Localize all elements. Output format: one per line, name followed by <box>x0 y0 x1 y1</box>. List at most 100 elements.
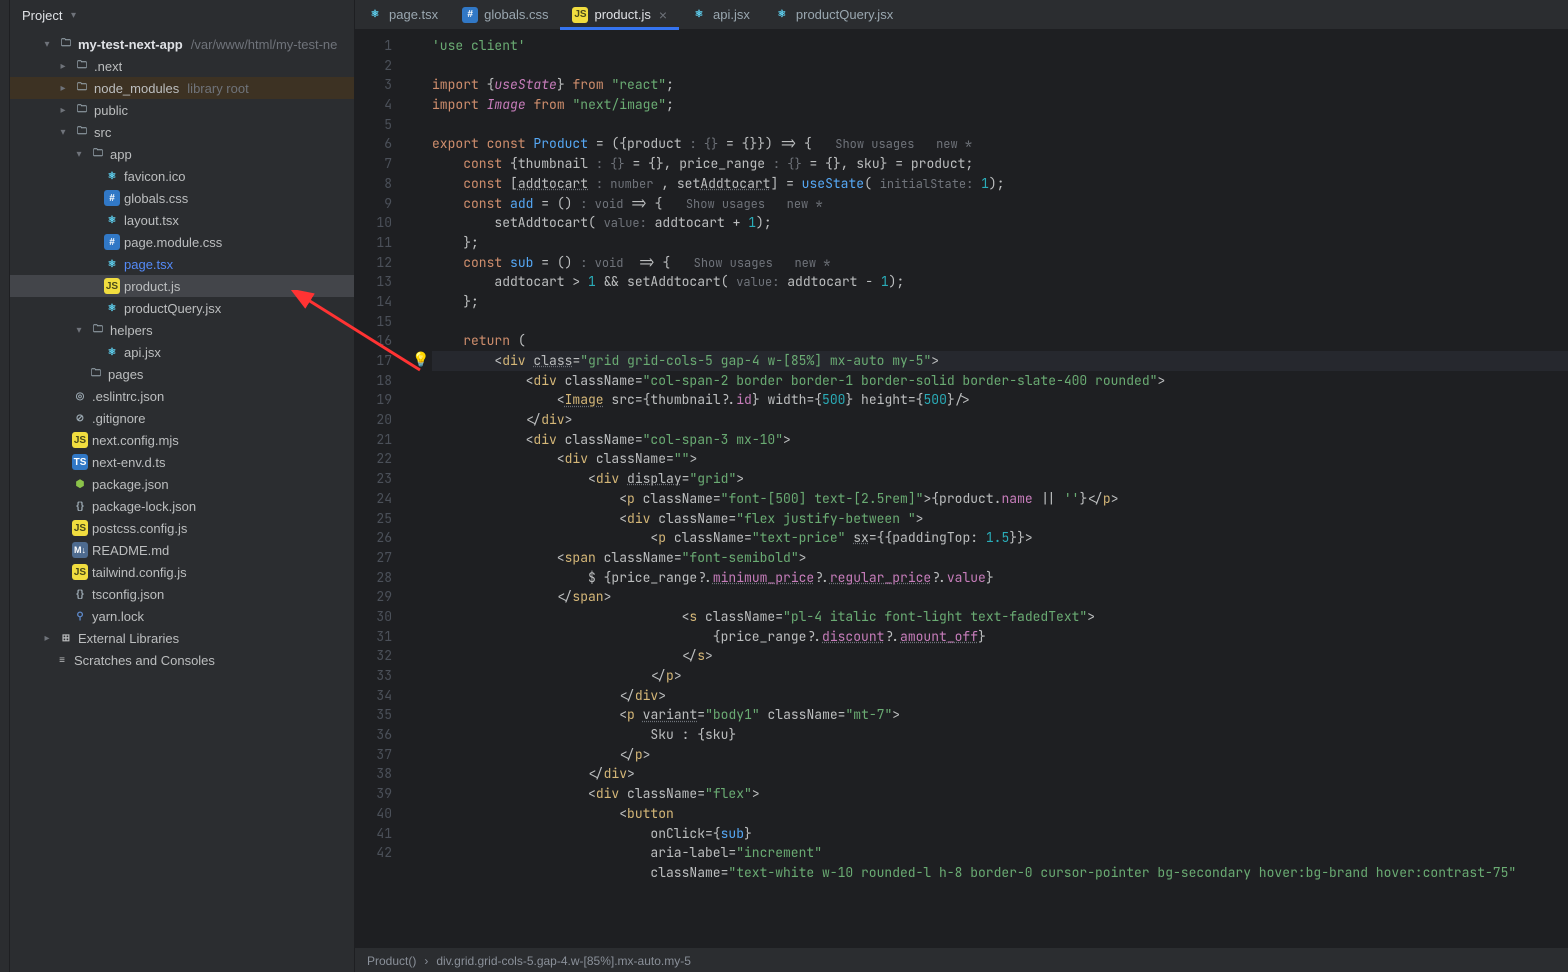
tab-label: globals.css <box>484 7 548 22</box>
tab-productquery[interactable]: ⚛ productQuery.jsx <box>762 0 905 29</box>
tree-item-pages[interactable]: 🗀 pages <box>10 363 354 385</box>
tab-api[interactable]: ⚛ api.jsx <box>679 0 762 29</box>
tree-path-hint: /var/www/html/my-test-ne <box>191 37 338 52</box>
tree-label: helpers <box>110 323 153 338</box>
folder-icon: 🗀 <box>74 80 90 96</box>
folder-icon: 🗀 <box>58 36 74 52</box>
tree-label: .eslintrc.json <box>92 389 164 404</box>
tree-item-productquery[interactable]: ⚛ productQuery.jsx <box>10 297 354 319</box>
tree-item-tsconfig[interactable]: {} tsconfig.json <box>10 583 354 605</box>
js-icon: JS <box>104 278 120 294</box>
tree-label: tailwind.config.js <box>92 565 187 580</box>
tree-item-extlibs[interactable]: ▸ ⊞ External Libraries <box>10 627 354 649</box>
chevron-right-icon: ▸ <box>56 59 70 73</box>
react-icon: ⚛ <box>774 7 790 23</box>
tree-item-layout[interactable]: ⚛ layout.tsx <box>10 209 354 231</box>
tree-label: package.json <box>92 477 169 492</box>
project-tree[interactable]: ▾ 🗀 my-test-next-app /var/www/html/my-te… <box>10 31 354 972</box>
tree-label: src <box>94 125 111 140</box>
tab-label: page.tsx <box>389 7 438 22</box>
tree-item-gitignore[interactable]: ⊘ .gitignore <box>10 407 354 429</box>
code-content[interactable]: 'use client'import {useState} from "reac… <box>432 30 1568 948</box>
tree-label: .next <box>94 59 122 74</box>
project-header[interactable]: Project ▾ <box>10 0 354 31</box>
tree-item-packagejson[interactable]: ⬢ package.json <box>10 473 354 495</box>
tree-label: External Libraries <box>78 631 179 646</box>
js-icon: JS <box>72 432 88 448</box>
folder-icon: 🗀 <box>88 366 104 382</box>
react-icon: ⚛ <box>691 7 707 23</box>
tree-item-pagemodule[interactable]: # page.module.css <box>10 231 354 253</box>
tab-page[interactable]: ⚛ page.tsx <box>355 0 450 29</box>
tab-globals[interactable]: # globals.css <box>450 0 560 29</box>
editor-tabs: ⚛ page.tsx # globals.css JS product.js ×… <box>355 0 1568 30</box>
yarn-icon: ⚲ <box>72 608 88 624</box>
tree-label: package-lock.json <box>92 499 196 514</box>
tree-label: page.module.css <box>124 235 222 250</box>
tab-label: productQuery.jsx <box>796 7 893 22</box>
tree-item-yarnlock[interactable]: ⚲ yarn.lock <box>10 605 354 627</box>
gitignore-icon: ⊘ <box>72 410 88 426</box>
tool-window-rail[interactable] <box>0 0 10 972</box>
tree-item-tailwind[interactable]: JS tailwind.config.js <box>10 561 354 583</box>
ts-icon: TS <box>72 454 88 470</box>
tree-item-favicon[interactable]: ⚛ favicon.ico <box>10 165 354 187</box>
tree-label: postcss.config.js <box>92 521 187 536</box>
tree-label: page.tsx <box>124 257 173 272</box>
project-sidebar: Project ▾ ▾ 🗀 my-test-next-app /var/www/… <box>10 0 355 972</box>
tree-item-scratches[interactable]: ≡ Scratches and Consoles <box>10 649 354 671</box>
tree-root[interactable]: ▾ 🗀 my-test-next-app /var/www/html/my-te… <box>10 33 354 55</box>
chevron-right-icon: ▸ <box>56 81 70 95</box>
folder-icon: 🗀 <box>74 102 90 118</box>
tree-item-packagelock[interactable]: {} package-lock.json <box>10 495 354 517</box>
css-icon: # <box>104 234 120 250</box>
line-gutter: 1234567891011121314151617181920212223242… <box>355 30 410 948</box>
tree-label: Scratches and Consoles <box>74 653 215 668</box>
tree-item-apijsx[interactable]: ⚛ api.jsx <box>10 341 354 363</box>
scratches-icon: ≡ <box>54 652 70 668</box>
tree-label: productQuery.jsx <box>124 301 221 316</box>
tree-item-src[interactable]: ▾ 🗀 src <box>10 121 354 143</box>
css-icon: # <box>462 7 478 23</box>
tab-product[interactable]: JS product.js × <box>560 0 679 29</box>
tree-label: yarn.lock <box>92 609 144 624</box>
tree-item-nextconfig[interactable]: JS next.config.mjs <box>10 429 354 451</box>
chevron-down-icon: ▾ <box>56 125 70 139</box>
lightbulb-icon[interactable]: 💡 <box>412 351 429 371</box>
tree-item-eslintrc[interactable]: ◎ .eslintrc.json <box>10 385 354 407</box>
tree-label: next-env.d.ts <box>92 455 165 470</box>
folder-icon: 🗀 <box>74 124 90 140</box>
tree-item-pagetsx[interactable]: ⚛ page.tsx <box>10 253 354 275</box>
tree-label: layout.tsx <box>124 213 179 228</box>
tree-item-next[interactable]: ▸ 🗀 .next <box>10 55 354 77</box>
tree-item-postcss[interactable]: JS postcss.config.js <box>10 517 354 539</box>
css-icon: # <box>104 190 120 206</box>
folder-icon: 🗀 <box>74 58 90 74</box>
tree-item-nextenv[interactable]: TS next-env.d.ts <box>10 451 354 473</box>
tree-label: README.md <box>92 543 169 558</box>
chevron-right-icon: ▸ <box>40 631 54 645</box>
react-icon: ⚛ <box>104 168 120 184</box>
json-icon: {} <box>72 586 88 602</box>
tree-item-public[interactable]: ▸ 🗀 public <box>10 99 354 121</box>
tree-item-app[interactable]: ▾ 🗀 app <box>10 143 354 165</box>
tree-label: api.jsx <box>124 345 161 360</box>
react-icon: ⚛ <box>104 256 120 272</box>
chevron-down-icon: ▾ <box>66 9 80 23</box>
breadcrumb-item[interactable]: Product() <box>367 954 416 968</box>
tree-item-productjs[interactable]: JS product.js <box>10 275 354 297</box>
breadcrumb-bar[interactable]: Product() › div.grid.grid-cols-5.gap-4.w… <box>355 948 1568 972</box>
tree-label: node_modules <box>94 81 179 96</box>
folder-icon: 🗀 <box>90 322 106 338</box>
tree-item-nodemodules[interactable]: ▸ 🗀 node_modules library root <box>10 77 354 99</box>
tree-item-globals[interactable]: # globals.css <box>10 187 354 209</box>
close-icon[interactable]: × <box>659 7 667 23</box>
markdown-icon: M↓ <box>72 542 88 558</box>
breadcrumb-item[interactable]: div.grid.grid-cols-5.gap-4.w-[85%].mx-au… <box>436 954 691 968</box>
tree-label: app <box>110 147 132 162</box>
tree-label: product.js <box>124 279 180 294</box>
tree-item-helpers[interactable]: ▾ 🗀 helpers <box>10 319 354 341</box>
editor-area: ⚛ page.tsx # globals.css JS product.js ×… <box>355 0 1568 972</box>
code-editor[interactable]: 1234567891011121314151617181920212223242… <box>355 30 1568 948</box>
tree-item-readme[interactable]: M↓ README.md <box>10 539 354 561</box>
